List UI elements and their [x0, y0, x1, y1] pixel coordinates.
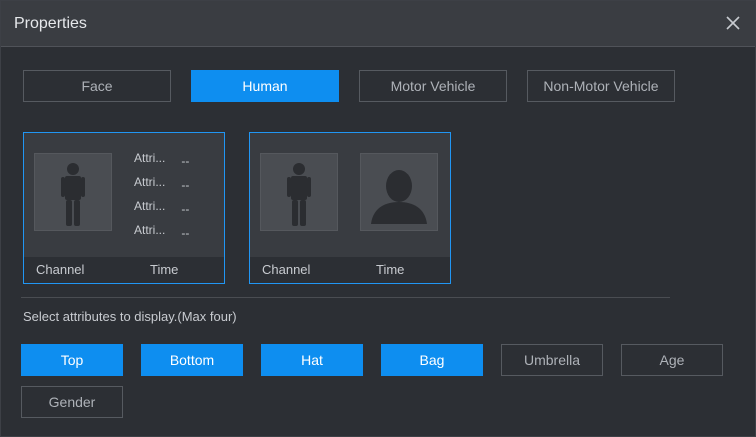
attribute-button-hat[interactable]: Hat: [261, 344, 363, 376]
preview-card-attributes[interactable]: Attri... -- Attri... -- Attri... -- Attr…: [23, 132, 225, 284]
preview-card-photos[interactable]: Channel Time: [249, 132, 451, 284]
attribute-name: Attri...: [134, 175, 166, 189]
channel-label: Channel: [262, 262, 311, 277]
person-silhouette-icon: [34, 153, 112, 231]
attribute-value: --: [181, 178, 190, 192]
attribute-button-bag[interactable]: Bag: [381, 344, 483, 376]
attribute-line: Attri... --: [134, 175, 214, 192]
attribute-line: Attri... --: [134, 223, 214, 240]
attribute-line: Attri... --: [134, 199, 214, 216]
attribute-button-top[interactable]: Top: [21, 344, 123, 376]
divider: [21, 297, 670, 298]
attribute-value: --: [181, 154, 190, 168]
face-avatar-icon: [360, 153, 438, 231]
attribute-button-umbrella[interactable]: Umbrella: [501, 344, 603, 376]
title-bar: Properties: [1, 1, 755, 47]
tab-face[interactable]: Face: [23, 70, 171, 102]
tab-non-motor-vehicle[interactable]: Non-Motor Vehicle: [527, 70, 675, 102]
close-icon[interactable]: [723, 13, 743, 33]
person-silhouette-icon: [260, 153, 338, 231]
attribute-name: Attri...: [134, 199, 166, 213]
attribute-name: Attri...: [134, 223, 166, 237]
attribute-value: --: [181, 226, 190, 240]
attribute-hint: Select attributes to display.(Max four): [23, 309, 237, 324]
dialog-title: Properties: [14, 15, 87, 32]
tab-motor-vehicle[interactable]: Motor Vehicle: [359, 70, 507, 102]
card-footer: Channel Time: [250, 257, 450, 283]
attribute-value: --: [181, 202, 190, 216]
attribute-line: Attri... --: [134, 151, 214, 168]
time-label: Time: [376, 262, 405, 277]
tab-human[interactable]: Human: [191, 70, 339, 102]
time-label: Time: [150, 262, 179, 277]
properties-dialog: Properties Face Human Motor Vehicle Non-…: [0, 0, 756, 437]
attribute-button-gender[interactable]: Gender: [21, 386, 123, 418]
card-footer: Channel Time: [24, 257, 224, 283]
attribute-name: Attri...: [134, 151, 166, 165]
channel-label: Channel: [36, 262, 85, 277]
attribute-button-bottom[interactable]: Bottom: [141, 344, 243, 376]
attribute-button-age[interactable]: Age: [621, 344, 723, 376]
